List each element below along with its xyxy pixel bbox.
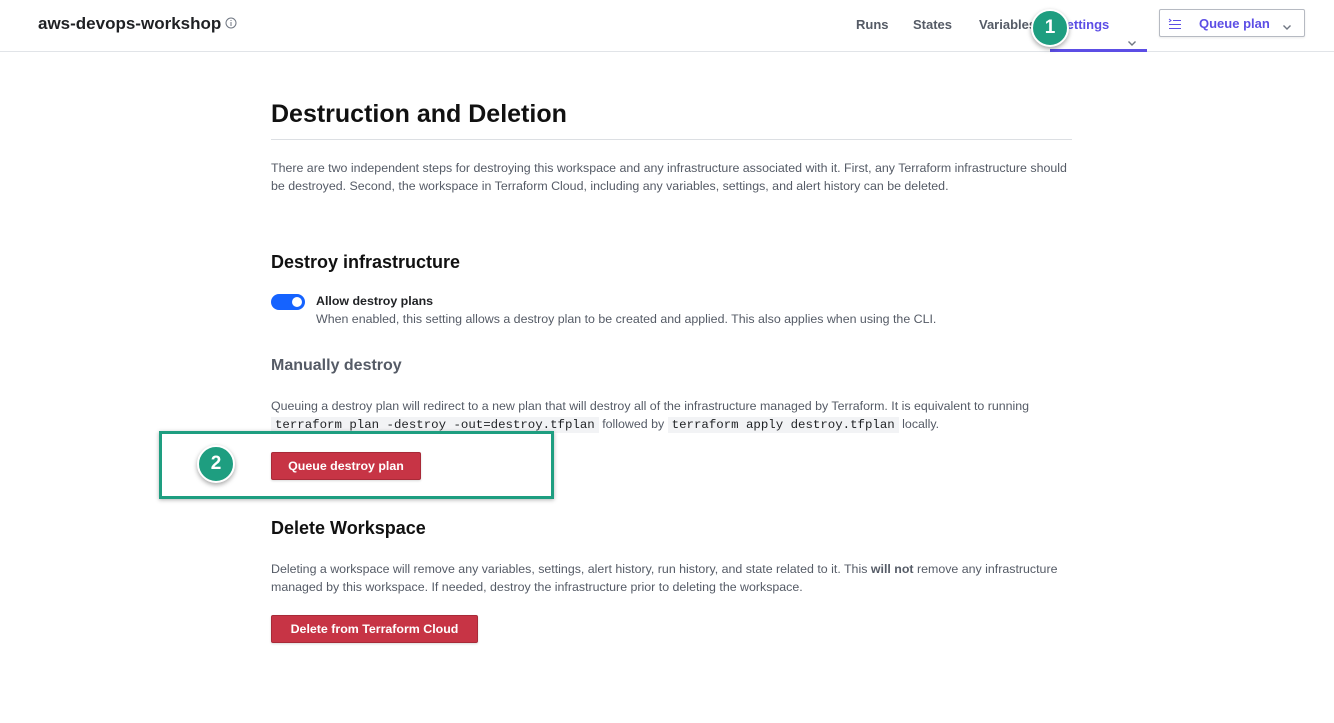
- toggle-knob: [292, 297, 302, 307]
- allow-destroy-plans-description: When enabled, this setting allows a dest…: [316, 312, 937, 326]
- queue-plan-button[interactable]: Queue plan: [1159, 9, 1305, 37]
- top-navigation-bar: aws-devops-workshop Runs States Variable…: [0, 0, 1334, 52]
- queue-plan-label: Queue plan: [1199, 16, 1270, 31]
- delete-workspace-heading: Delete Workspace: [271, 518, 426, 538]
- allow-destroy-plans-toggle[interactable]: [271, 294, 305, 310]
- nav-variables[interactable]: Variables: [979, 0, 1036, 52]
- delete-from-terraform-cloud-button[interactable]: Delete from Terraform Cloud: [271, 615, 478, 643]
- code-terraform-apply: terraform apply destroy.tfplan: [667, 417, 899, 433]
- chevron-down-icon: [1127, 19, 1137, 46]
- annotation-callout-1: 1: [1031, 9, 1069, 47]
- queue-list-icon: [1168, 17, 1182, 29]
- manual-text-part-2: followed by: [602, 417, 665, 431]
- manual-destroy-text: Queuing a destroy plan will redirect to …: [271, 397, 1072, 434]
- delete-text-bold: will not: [870, 562, 914, 576]
- page-title: Destruction and Deletion: [271, 100, 567, 128]
- delete-text-part-1: Deleting a workspace will remove any var…: [271, 562, 868, 576]
- allow-destroy-plans-label: Allow destroy plans: [316, 294, 434, 308]
- manually-destroy-heading: Manually destroy: [271, 357, 402, 374]
- nav-runs[interactable]: Runs: [856, 0, 889, 52]
- chevron-down-icon: [1282, 19, 1292, 30]
- manual-text-part-3: locally.: [902, 417, 940, 431]
- manual-text-part-1: Queuing a destroy plan will redirect to …: [271, 399, 1030, 413]
- destroy-infrastructure-heading: Destroy infrastructure: [271, 252, 461, 272]
- title-divider: [271, 139, 1072, 140]
- annotation-callout-2: 2: [197, 445, 235, 483]
- delete-workspace-text: Deleting a workspace will remove any var…: [271, 560, 1072, 596]
- workspace-title: aws-devops-workshop: [38, 14, 222, 33]
- info-icon[interactable]: [225, 16, 237, 29]
- intro-text: There are two independent steps for dest…: [271, 161, 1067, 193]
- nav-states[interactable]: States: [913, 0, 952, 52]
